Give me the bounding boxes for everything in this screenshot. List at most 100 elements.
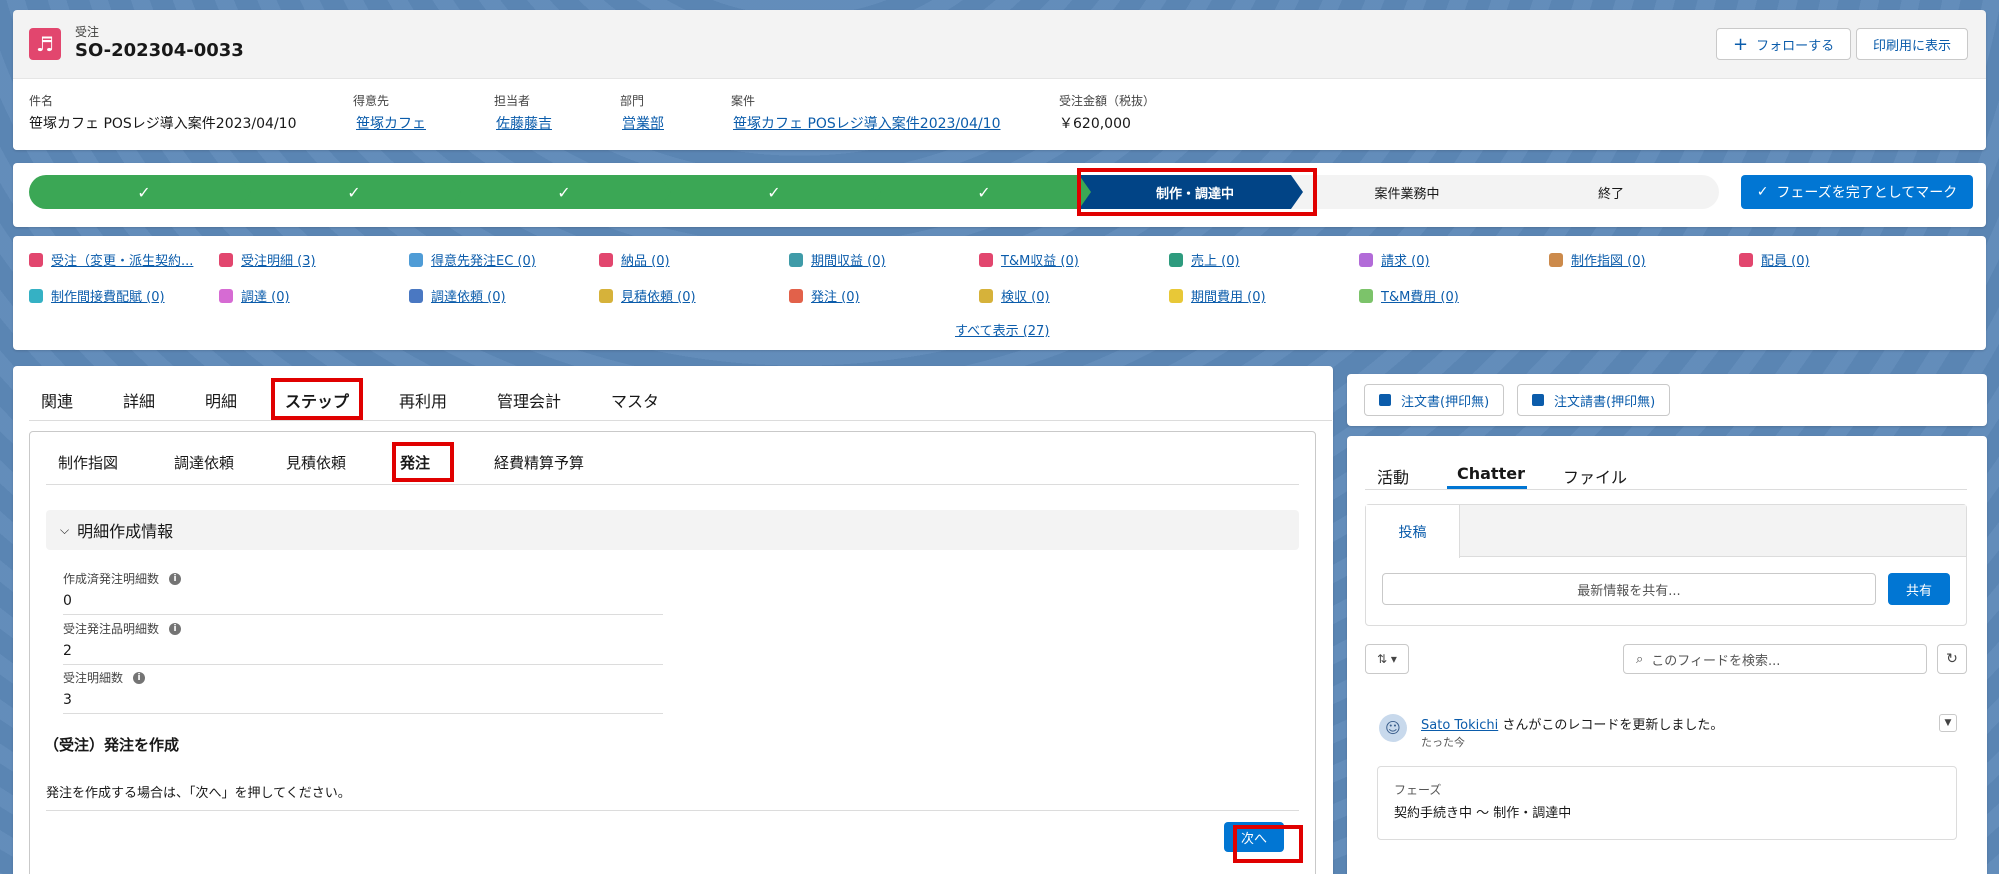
tab-divider [29, 420, 1332, 421]
related-object-icon [979, 288, 993, 303]
feed-item-menu-button[interactable]: ▼ [1939, 714, 1957, 732]
related-link[interactable]: T&M費用 (0) [1359, 286, 1459, 305]
check-icon: ✓ [767, 182, 781, 202]
tab-master[interactable]: マスタ [611, 388, 659, 412]
stage-completed-3[interactable]: ✓ [449, 175, 679, 209]
related-object-icon [1359, 252, 1373, 267]
related-link[interactable]: 受注明細 (3) [219, 250, 316, 269]
info-icon[interactable]: i [133, 671, 146, 684]
related-link[interactable]: 見積依頼 (0) [599, 286, 696, 305]
stage-in-business[interactable]: 案件業務中 [1291, 175, 1523, 209]
tab-files[interactable]: ファイル [1563, 464, 1627, 488]
related-object-icon [29, 288, 43, 303]
related-link[interactable]: 期間収益 (0) [789, 250, 886, 269]
related-link[interactable]: 配員 (0) [1739, 250, 1810, 269]
flow-footer-divider [46, 810, 1299, 811]
related-object-icon [789, 252, 803, 267]
tab-related[interactable]: 関連 [41, 388, 73, 412]
stage-completed-5[interactable]: ✓ [869, 175, 1099, 209]
info-icon[interactable]: i [169, 622, 182, 635]
related-link[interactable]: 制作間接費配賦 (0) [29, 286, 165, 305]
refresh-button[interactable]: ↻ [1937, 644, 1967, 674]
department-link[interactable]: 営業部 [622, 113, 664, 133]
chevron-down-icon: ▼ [1944, 718, 1952, 728]
related-link[interactable]: T&M収益 (0) [979, 250, 1079, 269]
subtab-production-order[interactable]: 制作指図 [58, 452, 118, 473]
document-icon [1532, 394, 1544, 406]
print-view-button[interactable]: 印刷用に表示 [1856, 28, 1969, 60]
check-icon: ✓ [977, 182, 991, 202]
related-link[interactable]: 発注 (0) [789, 286, 860, 305]
stage-path: ✓ ✓ ✓ ✓ ✓ 制作・調達中 案件業務中 終了 ✓ フェーズを完了としてマーク [13, 163, 1986, 227]
subtab-purchase-order[interactable]: 発注 [400, 452, 430, 473]
sort-button[interactable]: ⇅ ▾ [1365, 644, 1409, 674]
changed-field-value: 契約手続き中 ～ 制作・調達中 [1394, 806, 1572, 821]
plus-icon: + [1733, 33, 1749, 55]
publisher: 投稿 最新情報を共有... 共有 [1365, 504, 1967, 626]
section-line-creation-info[interactable]: ⌵ 明細作成情報 [46, 510, 1299, 550]
subtab-expense-budget[interactable]: 経費精算予算 [494, 452, 584, 473]
related-object-icon [979, 252, 993, 267]
stage-current[interactable]: 制作・調達中 [1079, 175, 1311, 209]
subtab-procurement-request[interactable]: 調達依頼 [174, 452, 234, 473]
field-created-po-lines: 作成済発注明細数 i 0 [63, 570, 663, 615]
feed-item-headline: Sato Tokichi さんがこのレコードを更新しました。 [1421, 718, 1724, 733]
post-tab[interactable]: 投稿 [1366, 505, 1460, 558]
customer-link[interactable]: 笹塚カフェ [356, 113, 426, 133]
record-header: ♬ 受注 SO-202304-0033 + フォローする 印刷用に表示 件名 笹塚カ… [13, 10, 1986, 150]
print-actions-card: 注文書(押印無) 注文請書(押印無) [1347, 374, 1987, 426]
related-link[interactable]: 調達 (0) [219, 286, 290, 305]
show-all-link[interactable]: すべて表示 (27) [955, 320, 1049, 339]
related-link[interactable]: 検収 (0) [979, 286, 1050, 305]
object-type: 受注 [75, 25, 100, 39]
related-list-quick-links: 受注（変更・派生契約... 受注明細 (3) 得意先発注EC (0) 納品 (0) 期間… [13, 236, 1986, 350]
record-name: SO-202304-0033 [75, 40, 244, 61]
field-customer: 得意先 笹塚カフェ [353, 94, 426, 133]
related-link[interactable]: 納品 (0) [599, 250, 670, 269]
stage-completed-4[interactable]: ✓ [659, 175, 889, 209]
related-link[interactable]: 売上 (0) [1169, 250, 1240, 269]
related-link[interactable]: 受注（変更・派生契約... [29, 250, 193, 269]
share-update-input[interactable]: 最新情報を共有... [1382, 573, 1876, 605]
subtab-quote-request[interactable]: 見積依頼 [286, 452, 346, 473]
next-button[interactable]: 次へ [1224, 822, 1284, 852]
related-object-icon [1169, 252, 1183, 267]
search-icon: ⌕ [1636, 651, 1644, 667]
opportunity-link[interactable]: 笹塚カフェ POSレジ導入案件2023/04/10 [733, 113, 1001, 133]
related-object-icon [789, 288, 803, 303]
tab-details[interactable]: 詳細 [123, 388, 155, 412]
tab-chatter[interactable]: Chatter [1457, 464, 1525, 483]
avatar[interactable]: ☺ [1379, 714, 1407, 742]
order-acknowledgment-print-button[interactable]: 注文請書(押印無) [1517, 384, 1671, 416]
stage-completed-1[interactable]: ✓ [29, 175, 259, 209]
tab-lines[interactable]: 明細 [205, 388, 237, 412]
field-order-po-item-lines: 受注発注品明細数 i 2 [63, 620, 663, 665]
related-link[interactable]: 請求 (0) [1359, 250, 1430, 269]
tab-reuse[interactable]: 再利用 [399, 388, 447, 412]
field-owner: 担当者 佐藤藤吉 [494, 94, 552, 133]
related-object-icon [1169, 288, 1183, 303]
purchase-order-print-button[interactable]: 注文書(押印無) [1364, 384, 1505, 416]
field-subject: 件名 笹塚カフェ POSレジ導入案件2023/04/10 [29, 94, 297, 132]
feed-user-link[interactable]: Sato Tokichi [1421, 718, 1498, 733]
info-icon[interactable]: i [169, 572, 182, 585]
stage-closed[interactable]: 終了 [1503, 175, 1719, 209]
mark-stage-complete-button[interactable]: ✓ フェーズを完了としてマーク [1741, 175, 1973, 209]
related-link[interactable]: 得意先発注EC (0) [409, 250, 536, 269]
related-link[interactable]: 調達依頼 (0) [409, 286, 506, 305]
follow-button[interactable]: + フォローする [1716, 28, 1852, 60]
activity-feed-card: 活動 Chatter ファイル 投稿 最新情報を共有... 共有 ⇅ ▾ ⌕ この… [1347, 436, 1987, 874]
tab-steps[interactable]: ステップ [285, 388, 349, 412]
feed-search-input[interactable]: ⌕ このフィードを検索... [1623, 644, 1927, 674]
related-link[interactable]: 期間費用 (0) [1169, 286, 1266, 305]
check-icon: ✓ [557, 182, 571, 202]
related-link[interactable]: 制作指図 (0) [1549, 250, 1646, 269]
tab-management-accounting[interactable]: 管理会計 [497, 388, 561, 412]
field-opportunity: 案件 笹塚カフェ POSレジ導入案件2023/04/10 [731, 94, 1001, 133]
stage-completed-2[interactable]: ✓ [239, 175, 469, 209]
tab-activity[interactable]: 活動 [1377, 464, 1409, 488]
owner-link[interactable]: 佐藤藤吉 [496, 113, 552, 133]
share-button[interactable]: 共有 [1888, 573, 1950, 605]
related-object-icon [1549, 252, 1563, 267]
document-icon [1379, 394, 1391, 406]
